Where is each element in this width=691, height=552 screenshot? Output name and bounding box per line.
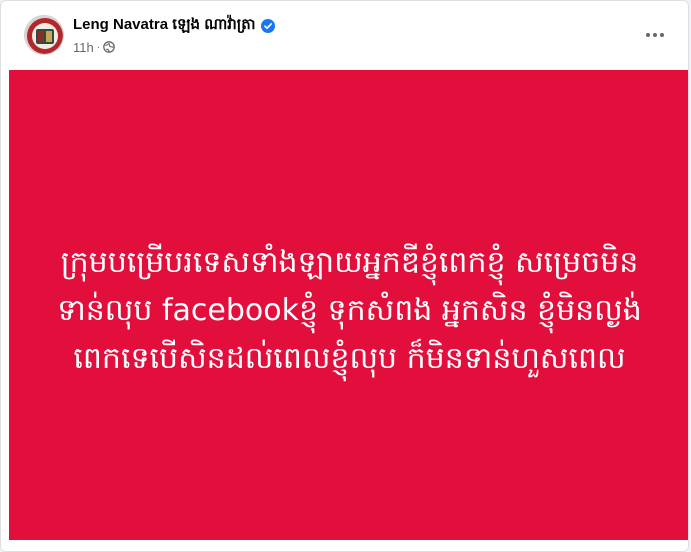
post-media-image[interactable]: ក្រុមបម្រើបរទេសទាំងឡាយអ្នកឌីខ្ញុំពេកខ្ញុ… [9, 70, 688, 540]
post-timestamp[interactable]: 11h [73, 40, 94, 55]
more-options-button[interactable] [637, 20, 673, 50]
post-meta: 11h · [73, 39, 115, 55]
globe-icon[interactable] [103, 41, 115, 53]
verified-badge-icon [260, 19, 275, 33]
post-footer [1, 540, 688, 551]
post-header: Leng Navatra ឡេង ណាវ៉ាត្រា 11h · [1, 1, 688, 69]
author-line: Leng Navatra ឡេង ណាវ៉ាត្រា [73, 16, 275, 36]
meta-separator: · [96, 41, 101, 53]
author-name[interactable]: Leng Navatra ឡេង ណាវ៉ាត្រា [73, 15, 256, 37]
post-card: Leng Navatra ឡេង ណាវ៉ាត្រា 11h · ក្រុមបម… [0, 0, 689, 552]
more-horizontal-icon [646, 33, 650, 37]
profile-avatar-icon[interactable] [24, 15, 64, 55]
post-media-text: ក្រុមបម្រើបរទេសទាំងឡាយអ្នកឌីខ្ញុំពេកខ្ញុ… [57, 245, 642, 376]
